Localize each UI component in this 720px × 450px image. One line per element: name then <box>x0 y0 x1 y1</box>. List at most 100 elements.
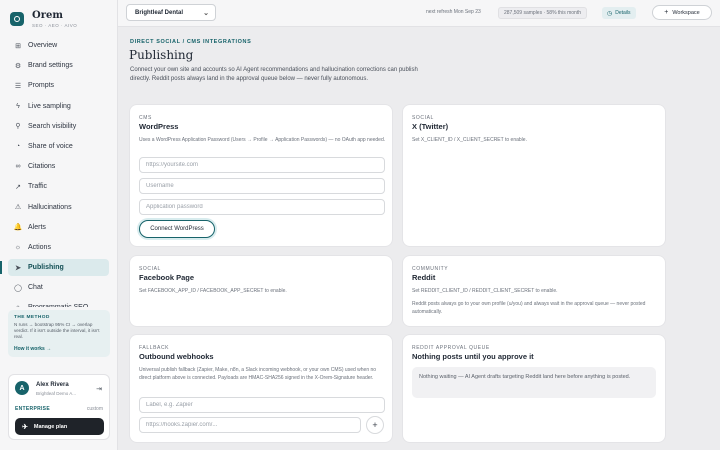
method-panel: THE METHOD N runs → bootstrap 95% CI → o… <box>8 310 110 357</box>
page-title: Publishing <box>129 48 194 62</box>
reddit-note: Reddit posts always go to your own profi… <box>412 301 646 315</box>
plus-icon: + <box>664 9 669 16</box>
card-title: X (Twitter) <box>412 122 449 131</box>
sidebar-nav: ⊞ Overview ⚙ Brand settings ☰ Prompts ϟ Live sa… <box>0 37 117 307</box>
link-icon: ∞ <box>15 163 21 171</box>
sidebar-item-label: Citations <box>28 163 56 171</box>
sidebar-item-search-visibility[interactable]: ⚲ Search visibility <box>8 118 109 135</box>
card-eyebrow: SOCIAL <box>412 115 434 121</box>
card-eyebrow: REDDIT APPROVAL QUEUE <box>412 345 490 351</box>
card-text: Set REDDIT_CLIENT_ID / REDDIT_CLIENT_SEC… <box>412 288 558 294</box>
card-eyebrow: SOCIAL <box>139 266 161 272</box>
manage-plan-button[interactable]: ✈ Manage plan <box>15 418 104 435</box>
add-webhook-button[interactable]: + <box>366 416 384 434</box>
sidebar: Orem SEO · AEO · AIVO ⊞ Overview ⚙ Brand se… <box>0 0 118 450</box>
sidebar-item-prompts[interactable]: ☰ Prompts <box>8 77 109 94</box>
samples-badge: 287,509 samples · 58% this month <box>498 7 587 19</box>
pulse-icon: ϟ <box>16 102 20 110</box>
brand[interactable]: Orem SEO · AEO · AIVO <box>0 0 117 30</box>
webhook-label-input[interactable] <box>139 397 385 413</box>
breadcrumb: DIRECT SOCIAL / CMS INTEGRATIONS <box>130 39 252 45</box>
details-button[interactable]: ◷ Details <box>602 7 636 19</box>
card-eyebrow: FALLBACK <box>139 345 170 351</box>
method-text: N runs → bootstrap 95% CI → overlap verd… <box>14 322 100 339</box>
lightbulb-icon: ☼ <box>14 243 22 251</box>
sidebar-item-label: Brand settings <box>28 62 73 70</box>
sidebar-item-share-of-voice[interactable]: ◔ Share of voice <box>8 138 109 155</box>
app-password-input[interactable] <box>139 199 385 215</box>
sidebar-item-alerts[interactable]: 🔔 Alerts <box>8 219 109 236</box>
card-text: Uses a WordPress Application Password (U… <box>139 137 386 143</box>
reddit-card: COMMUNITY Reddit Set REDDIT_CLIENT_ID / … <box>403 256 665 326</box>
sidebar-item-programmatic-seo[interactable]: ◇ Programmatic SEO <box>8 299 109 307</box>
search-icon: ⚲ <box>15 123 21 131</box>
sidebar-item-label: Traffic <box>28 183 48 191</box>
card-title: Nothing posts until you approve it <box>412 352 534 361</box>
logout-icon[interactable]: ⇥ <box>96 385 102 393</box>
sidebar-item-publishing[interactable]: ➤ Publishing <box>0 259 109 277</box>
chevron-down-icon: ⌄ <box>203 9 209 17</box>
sidebar-item-overview[interactable]: ⊞ Overview <box>8 37 109 54</box>
webhooks-card: FALLBACK Outbound webhooks Universal pub… <box>130 335 392 442</box>
add-workspace-button[interactable]: + Workspace <box>652 5 712 20</box>
sidebar-item-label: Publishing <box>28 264 64 272</box>
refresh-status: next refresh Mon Sep 23 <box>426 9 481 15</box>
list-icon: ☰ <box>14 82 22 90</box>
card-eyebrow: CMS <box>139 115 152 121</box>
sidebar-item-label: Programmatic SEO <box>28 304 88 307</box>
sidebar-item-citations[interactable]: ∞ Citations <box>8 158 109 175</box>
username-input[interactable] <box>139 178 385 194</box>
user-card: A Alex Rivera Brightleaf Demo A... ⇥ ENT… <box>8 374 110 440</box>
card-text: Set X_CLIENT_ID / X_CLIENT_SECRET to ena… <box>412 137 527 143</box>
pie-icon: ◔ <box>15 142 21 150</box>
sidebar-item-label: Live sampling <box>28 102 71 110</box>
wordpress-card: CMS WordPress Uses a WordPress Applicati… <box>130 105 392 246</box>
card-eyebrow: COMMUNITY <box>412 266 449 272</box>
how-it-works-link[interactable]: How it works → <box>14 346 104 352</box>
card-text: Set FACEBOOK_APP_ID / FACEBOOK_APP_SECRE… <box>139 288 287 294</box>
webhook-url-input[interactable] <box>139 417 361 433</box>
queue-empty-state: Nothing waiting — AI Agent drafts target… <box>412 367 656 398</box>
facebook-card: SOCIAL Facebook Page Set FACEBOOK_APP_ID… <box>130 256 392 326</box>
card-title: Outbound webhooks <box>139 352 214 361</box>
sidebar-item-chat[interactable]: ◯ Chat <box>8 279 109 296</box>
sidebar-item-actions[interactable]: ☼ Actions <box>8 239 109 256</box>
sidebar-item-label: Search visibility <box>28 122 77 130</box>
gauge-icon: ◷ <box>607 10 613 17</box>
brand-tagline: SEO · AEO · AIVO <box>32 23 78 28</box>
details-label: Details <box>615 10 631 16</box>
sidebar-item-traffic[interactable]: ↗ Traffic <box>8 178 109 195</box>
plan-badge: ENTERPRISE <box>15 406 50 412</box>
sidebar-item-live-sampling[interactable]: ϟ Live sampling <box>8 98 109 115</box>
sidebar-item-hallucinations[interactable]: ⚠ Hallucinations <box>8 199 109 216</box>
brand-name: Orem <box>32 10 63 21</box>
avatar[interactable]: A <box>15 381 29 395</box>
clinic-select-value: Brightleaf Dental <box>135 9 184 16</box>
reddit-queue-card: REDDIT APPROVAL QUEUE Nothing posts unti… <box>403 335 665 442</box>
manage-plan-label: Manage plan <box>33 423 68 430</box>
clinic-select[interactable]: Brightleaf Dental ⌄ <box>126 4 216 21</box>
workspace-label: Workspace <box>672 9 700 16</box>
site-url-input[interactable] <box>139 157 385 173</box>
plan-type: custom <box>86 406 103 412</box>
card-title: Facebook Page <box>139 273 195 282</box>
sidebar-item-label: Alerts <box>28 223 46 231</box>
settings-icon: ⚙ <box>14 62 22 70</box>
sidebar-item-label: Overview <box>28 42 58 49</box>
card-text: Universal publish fallback (Zapier, Make… <box>139 367 377 381</box>
sidebar-item-label: Actions <box>28 243 51 251</box>
sidebar-item-label: Share of voice <box>28 142 73 150</box>
user-org: Brightleaf Demo A... <box>36 391 77 396</box>
topbar: Brightleaf Dental ⌄ next refresh Mon Sep… <box>118 0 720 27</box>
connect-wordpress-button[interactable]: Connect WordPress <box>139 220 215 238</box>
sidebar-item-brand-settings[interactable]: ⚙ Brand settings <box>8 57 109 74</box>
user-name: Alex Rivera <box>36 382 69 388</box>
grid-icon: ⊞ <box>15 42 21 50</box>
bell-icon: 🔔 <box>13 224 23 232</box>
main-content: DIRECT SOCIAL / CMS INTEGRATIONS Publish… <box>118 27 720 450</box>
sidebar-item-label: Chat <box>28 284 43 292</box>
rocket-icon: ✈ <box>22 423 28 431</box>
twitter-card: SOCIAL X (Twitter) Set X_CLIENT_ID / X_C… <box>403 105 665 246</box>
method-title: THE METHOD <box>14 315 50 320</box>
warning-icon: ⚠ <box>14 204 22 211</box>
